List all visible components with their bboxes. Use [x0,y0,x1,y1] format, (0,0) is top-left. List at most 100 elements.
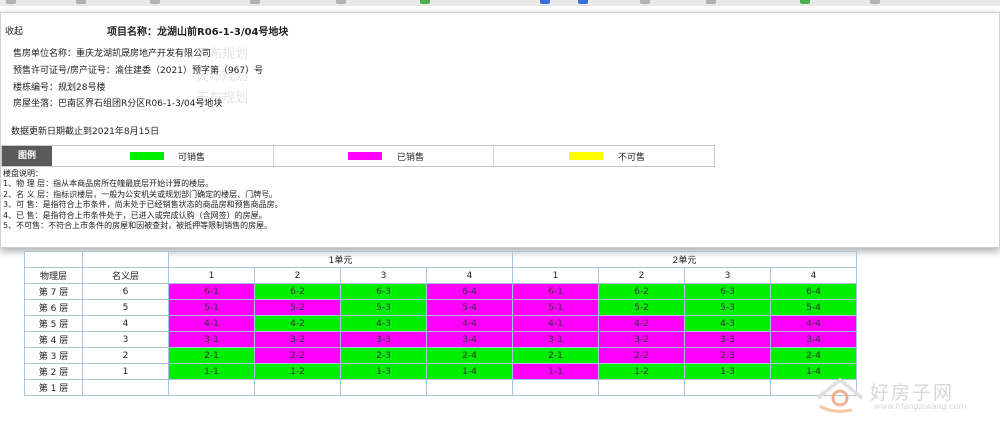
note-line: 2、名 义 层：指标识楼层，一般为公安机关或规划部门确定的楼层、门牌号。 [3,189,278,199]
physical-floor-label: 第 4 层 [24,331,83,348]
unit-cell[interactable]: 3-3 [340,331,427,348]
unavailable-label: 不可售 [618,153,646,163]
unit-cell [168,379,255,396]
available-label: 可销售 [178,153,206,163]
bookmark-icon[interactable] [336,0,346,4]
bookmark-icon[interactable] [6,0,16,4]
unit-cell[interactable]: 2-2 [598,347,685,364]
unit-cell[interactable]: 4-1 [512,315,599,332]
unit-cell[interactable]: 4-3 [684,315,771,332]
unit-cell[interactable]: 1-3 [340,363,427,380]
column-header: 名义层 [82,267,169,284]
unit-cell[interactable]: 5-4 [770,299,857,316]
collapse-link[interactable]: 收起 [5,24,23,37]
unit-cell[interactable]: 1-1 [512,363,599,380]
bookmark-icon[interactable] [706,0,716,4]
unit-cell[interactable]: 1-3 [684,363,771,380]
unit-cell[interactable]: 2-1 [168,347,255,364]
unit-cell[interactable]: 3-1 [512,331,599,348]
unit-cell[interactable]: 6-4 [426,283,513,300]
column-header-row: 物理层 名义层 1 2 3 4 1 2 3 4 [24,267,857,284]
unit-cell[interactable]: 4-4 [770,315,857,332]
logo-url: www.hfangziwang.com [874,402,967,411]
unit-cell[interactable]: 4-4 [426,315,513,332]
unit-cell[interactable]: 2-4 [770,347,857,364]
unit-cell[interactable]: 5-2 [598,299,685,316]
project-info-panel: 天布规划 天布规划 天布规划 收起 项目名称：龙湖山前R06-1-3/04号地块… [0,12,1000,248]
unit-cell [426,379,513,396]
unit-cell[interactable]: 3-1 [168,331,255,348]
unit-cell[interactable]: 5-3 [340,299,427,316]
floor-row: 第 5 层 4 4-1 4-2 4-3 4-4 4-1 4-2 4-3 4-4 [24,315,857,332]
unit-cell[interactable]: 1-2 [254,363,341,380]
unit-cell [340,379,427,396]
unit-cell[interactable]: 6-1 [168,283,255,300]
bookmark-icon[interactable] [578,0,588,4]
unit-cell[interactable]: 2-3 [684,347,771,364]
physical-floor-label: 第 6 层 [24,299,83,316]
unit-cell[interactable]: 2-4 [426,347,513,364]
note-line: 1、物 理 层：指从本商品房所在幢最底层开始计算的楼层。 [3,179,214,189]
unit-cell[interactable]: 4-1 [168,315,255,332]
bookmark-icon[interactable] [76,0,86,4]
bookmark-icon[interactable] [150,0,160,4]
permit-info: 预售许可证号/房产证号：渝住建委（2021）预字第（967）号 [13,66,264,76]
physical-floor-label: 第 3 层 [24,347,83,364]
bookmark-icon[interactable] [420,0,430,4]
unit-cell[interactable]: 5-1 [168,299,255,316]
unit-cell[interactable]: 3-3 [684,331,771,348]
unit-cell[interactable]: 1-4 [426,363,513,380]
unit-cell[interactable]: 6-4 [770,283,857,300]
bookmark-icon[interactable] [640,0,650,4]
unit-cell[interactable]: 4-3 [340,315,427,332]
unit-cell[interactable]: 1-2 [598,363,685,380]
unit-cell[interactable]: 6-3 [684,283,771,300]
unit-cell[interactable]: 5-2 [254,299,341,316]
unit-header: 2单元 [512,251,857,268]
available-swatch [130,152,164,160]
unit-cell [254,379,341,396]
unit-cell[interactable]: 2-2 [254,347,341,364]
unit-cell[interactable]: 4-2 [598,315,685,332]
unit-cell[interactable]: 1-1 [168,363,255,380]
unit-cell[interactable]: 2-3 [340,347,427,364]
unit-header: 1单元 [168,251,513,268]
unit-cell[interactable]: 2-1 [512,347,599,364]
bookmark-icon[interactable] [540,0,550,4]
unit-cell[interactable]: 5-3 [684,299,771,316]
unit-cell[interactable]: 3-4 [770,331,857,348]
house-logo-icon [816,377,864,413]
column-header: 2 [598,267,685,284]
unit-cell[interactable]: 3-2 [598,331,685,348]
sold-swatch [348,152,382,160]
note-line: 4、已 售：是指符合上市条件处于，已进入或完成认购（含网签）的房屋。 [3,210,267,220]
notes-title: 楼盘说明： [3,169,43,178]
physical-floor-label: 第 5 层 [24,315,83,332]
note-line: 5、不可售：不符合上市条件的房屋和因被查封，被抵押等限制销售的房屋。 [3,221,273,231]
column-header: 1 [512,267,599,284]
unit-cell[interactable]: 4-2 [254,315,341,332]
bookmark-icon[interactable] [800,0,810,4]
nominal-floor-label [82,379,169,396]
bookmark-icon[interactable] [250,0,260,4]
floor-row: 第 3 层 2 2-1 2-2 2-3 2-4 2-1 2-2 2-3 2-4 [24,347,857,364]
unit-cell[interactable]: 6-2 [598,283,685,300]
unit-cell[interactable]: 3-4 [426,331,513,348]
physical-floor-label: 第 7 层 [24,283,83,300]
nominal-floor-label: 3 [82,331,169,348]
unit-cell[interactable]: 5-1 [512,299,599,316]
unit-cell[interactable]: 5-4 [426,299,513,316]
floor-row: 第 1 层 [24,379,857,396]
unit-cell[interactable]: 6-1 [512,283,599,300]
nominal-floor-label: 2 [82,347,169,364]
legend-bar: 图例 可销售 已销售 不可售 [1,145,715,167]
unit-cell[interactable]: 6-2 [254,283,341,300]
unit-cell[interactable]: 6-3 [340,283,427,300]
nominal-floor-label: 4 [82,315,169,332]
site-logo: 好房子网 www.hfangziwang.com [812,376,992,416]
nominal-floor-label: 5 [82,299,169,316]
bookmark-icon[interactable] [870,0,880,4]
unit-cell[interactable]: 3-2 [254,331,341,348]
unit-header-row: 1单元 2单元 [24,251,857,268]
column-header: 3 [684,267,771,284]
